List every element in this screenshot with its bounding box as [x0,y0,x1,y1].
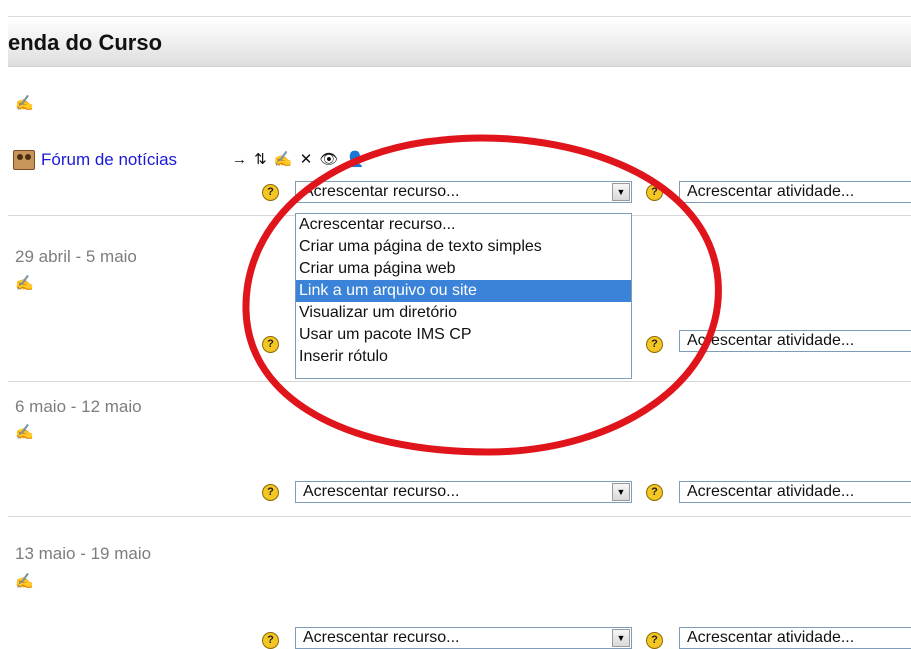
add-resource-select[interactable]: Acrescentar recurso... ▼ [295,627,632,649]
group-mode-icon[interactable]: 👤 [346,150,365,168]
add-resource-select-value: Acrescentar recurso... [303,629,460,646]
move-right-icon[interactable]: → [232,151,247,168]
week-dates: 29 abril - 5 maio [15,247,137,266]
dropdown-option[interactable]: Usar um pacote IMS CP [296,324,631,346]
dropdown-option[interactable]: Inserir rótulo [296,346,631,368]
add-resource-select-value: Acrescentar recurso... [303,483,460,500]
help-icon[interactable]: ? [646,484,663,501]
add-activity-select[interactable]: Acrescentar atividade... [679,627,911,649]
add-activity-select-value: Acrescentar atividade... [687,629,855,646]
add-activity-select[interactable]: Acrescentar atividade... [679,330,911,352]
dropdown-option[interactable]: Visualizar um diretório [296,302,631,324]
top-border [8,16,911,17]
help-icon[interactable]: ? [646,184,663,201]
help-icon[interactable]: ? [646,632,663,649]
help-icon[interactable]: ? [262,632,279,649]
help-icon[interactable]: ? [262,184,279,201]
course-header-bar: enda do Curso [8,18,911,67]
page-title: enda do Curso [8,30,163,55]
help-icon[interactable]: ? [646,336,663,353]
week-dates: 6 maio - 12 maio [15,397,142,416]
add-resource-dropdown-list[interactable]: Acrescentar recurso... Criar uma página … [295,213,632,379]
dropdown-option[interactable]: Criar uma página web [296,258,631,280]
edit-summary-icon[interactable]: ✍ [15,96,34,112]
add-resource-select[interactable]: Acrescentar recurso... ▼ [295,181,632,203]
dropdown-option-highlighted[interactable]: Link a um arquivo ou site [296,280,631,302]
add-resource-select[interactable]: Acrescentar recurso... ▼ [295,481,632,503]
forum-link[interactable]: Fórum de notícias [41,150,177,170]
edit-icon[interactable]: ✍ [274,150,293,168]
add-activity-select-value: Acrescentar atividade... [687,332,855,349]
dropdown-arrow-icon[interactable]: ▼ [612,183,630,201]
add-activity-select-value: Acrescentar atividade... [687,483,855,500]
add-activity-select[interactable]: Acrescentar atividade... [679,481,911,503]
dropdown-arrow-icon[interactable]: ▼ [612,483,630,501]
add-activity-select-value: Acrescentar atividade... [687,183,855,200]
move-icon[interactable]: ⇅ [254,150,267,168]
section-divider [8,381,911,382]
week-dates: 13 maio - 19 maio [15,544,152,563]
edit-summary-icon[interactable]: ✍ [15,276,34,292]
section-divider [8,516,911,517]
forum-tools: → ⇅ ✍ ✕ 👁 👤 [232,150,367,170]
add-resource-select-value: Acrescentar recurso... [303,183,460,200]
dropdown-option[interactable]: Criar uma página de texto simples [296,236,631,258]
help-icon[interactable]: ? [262,484,279,501]
help-icon[interactable]: ? [262,336,279,353]
dropdown-arrow-icon[interactable]: ▼ [612,629,630,647]
delete-icon[interactable]: ✕ [300,150,313,168]
edit-summary-icon[interactable]: ✍ [15,574,34,590]
forum-icon [13,150,35,170]
dropdown-option[interactable]: Acrescentar recurso... [296,214,631,236]
edit-summary-icon[interactable]: ✍ [15,425,34,441]
visibility-icon[interactable]: 👁 [320,150,339,168]
add-activity-select[interactable]: Acrescentar atividade... [679,181,911,203]
